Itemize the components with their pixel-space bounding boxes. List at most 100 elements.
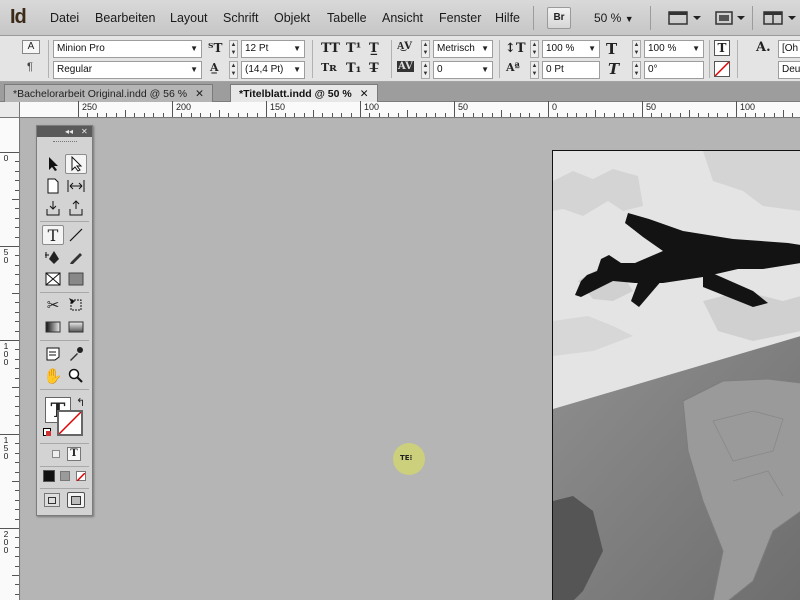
ruler-tick [303, 113, 305, 117]
paragraph-formatting-icon[interactable]: ¶ [27, 61, 33, 73]
all-caps-icon[interactable]: TT [321, 41, 340, 56]
character-formatting-icon[interactable]: A [22, 40, 40, 54]
vertical-scale-stepper[interactable]: ▲ ▼ [530, 40, 539, 58]
menu-datei[interactable]: Datei [50, 11, 79, 25]
direct-selection-tool[interactable] [65, 154, 87, 174]
horizontal-scale-field[interactable]: 100 % ▼ [644, 40, 704, 58]
gradient-feather-tool[interactable] [65, 317, 87, 337]
menu-schrift[interactable]: Schrift [223, 11, 258, 25]
scissors-icon: ✂ [46, 297, 60, 314]
ruler-tick [15, 189, 19, 191]
superscript-icon[interactable]: T¹ [346, 41, 361, 56]
default-fill-stroke-icon[interactable] [43, 428, 51, 436]
note-tool[interactable] [42, 344, 64, 364]
control-panel: A ¶ Minion Pro ▼ Regular ▼ ᵀT ▲ ▼ 12 Pt ▼ A̲… [0, 36, 800, 82]
apply-gradient-button[interactable] [60, 471, 70, 481]
formatting-text-icon[interactable]: T [67, 447, 81, 461]
document-page[interactable] [552, 150, 800, 600]
small-caps-icon[interactable]: Tʀ [321, 61, 337, 74]
no-stroke-swatch[interactable] [714, 61, 730, 77]
tools-panel-header[interactable]: ◂◂ ✕ [37, 126, 92, 137]
content-collector-tool[interactable] [42, 198, 64, 218]
selection-tool[interactable] [42, 154, 64, 174]
language-field[interactable]: Deu [778, 61, 800, 79]
zoom-tool[interactable] [65, 366, 87, 386]
apply-color-button[interactable] [43, 470, 55, 482]
arrange-documents-button[interactable] [763, 10, 797, 29]
baseline-shift-stepper[interactable]: ▲ ▼ [530, 61, 539, 79]
menu-fenster[interactable]: Fenster [439, 11, 481, 25]
baseline-shift-field[interactable]: 0 Pt [542, 61, 600, 79]
eyedropper-tool[interactable] [65, 344, 87, 364]
formatting-container-icon[interactable] [52, 450, 60, 458]
menu-layout[interactable]: Layout [170, 11, 208, 25]
leading-field[interactable]: (14,4 Pt) ▼ [241, 61, 305, 79]
kerning-field[interactable]: Metrisch ▼ [433, 40, 493, 58]
ruler-tick [247, 113, 249, 117]
apply-none-button[interactable] [76, 471, 86, 482]
scissors-tool[interactable]: ✂ [42, 295, 64, 315]
close-icon[interactable]: ✕ [81, 126, 88, 137]
rectangle-frame-tool[interactable] [42, 269, 64, 289]
font-size-field[interactable]: 12 Pt ▼ [241, 40, 305, 58]
screen-mode-button[interactable] [714, 10, 746, 29]
stroke-swatch[interactable] [57, 410, 83, 436]
close-icon[interactable]: ✕ [360, 88, 369, 100]
swap-fill-stroke-icon[interactable]: ↰ [76, 396, 85, 409]
tracking-field[interactable]: 0 ▼ [433, 61, 493, 79]
menu-hilfe[interactable]: Hilfe [495, 11, 520, 25]
font-family-field[interactable]: Minion Pro ▼ [53, 40, 202, 58]
view-options-button[interactable] [668, 10, 702, 29]
kerning-stepper[interactable]: ▲ ▼ [421, 40, 430, 58]
menu-bearbeiten[interactable]: Bearbeiten [95, 11, 155, 25]
menu-ansicht[interactable]: Ansicht [382, 11, 423, 25]
leading-stepper[interactable]: ▲ ▼ [229, 61, 238, 79]
horizontal-ruler[interactable]: 250 200 150 100 50 0 50 100 [20, 101, 800, 118]
collapse-panel-icon[interactable]: ◂◂ [65, 126, 73, 137]
normal-view-button[interactable] [44, 493, 60, 507]
zoom-select[interactable]: 50 % ▼ [594, 11, 634, 25]
tab-titelblatt[interactable]: *Titelblatt.indd @ 50 % ✕ [230, 84, 378, 102]
rectangle-tool[interactable] [65, 269, 87, 289]
tab-bachelorarbeit[interactable]: *Bachelorarbeit Original.indd @ 56 % ✕ [4, 84, 213, 102]
character-style-icon: A. [756, 40, 771, 55]
preview-view-button[interactable] [67, 492, 85, 508]
pen-tool[interactable] [42, 247, 64, 267]
menu-tabelle[interactable]: Tabelle [327, 11, 367, 25]
ruler-tick [425, 113, 427, 117]
subscript-icon[interactable]: T₁ [346, 61, 361, 76]
type-tool[interactable]: T [42, 225, 64, 245]
panel-grip[interactable] [53, 141, 77, 144]
free-transform-tool[interactable] [65, 295, 87, 315]
ruler-origin[interactable] [0, 102, 20, 118]
close-icon[interactable]: ✕ [195, 88, 204, 100]
horizontal-scale-stepper[interactable]: ▲ ▼ [632, 40, 641, 58]
gradient-swatch-tool[interactable] [42, 317, 64, 337]
page-tool[interactable] [42, 176, 64, 196]
ruler-tick [350, 113, 352, 117]
skew-stepper[interactable]: ▲ ▼ [632, 61, 641, 79]
baseline-shift-value: 0 Pt [546, 64, 564, 75]
pencil-tool[interactable] [65, 247, 87, 267]
skew-field[interactable]: 0° [644, 61, 704, 79]
strikethrough-icon[interactable]: T̶ [369, 61, 379, 76]
gap-tool[interactable] [65, 176, 87, 196]
character-style-field[interactable]: [Oh [778, 40, 800, 58]
hand-tool[interactable]: ✋ [42, 366, 64, 386]
tools-panel[interactable]: ◂◂ ✕ T ✂ ✋ ↰ T [36, 125, 93, 516]
menu-objekt[interactable]: Objekt [274, 11, 310, 25]
underline-icon[interactable]: T̲ [369, 41, 379, 56]
content-placer-tool[interactable] [65, 198, 87, 218]
tracking-stepper[interactable]: ▲ ▼ [421, 61, 430, 79]
bridge-button[interactable]: Br [547, 7, 571, 29]
font-style-field[interactable]: Regular ▼ [53, 61, 202, 79]
ruler-tick [0, 434, 19, 435]
vertical-ruler[interactable]: 0 5 0 1 0 0 1 5 0 2 0 0 [0, 118, 20, 600]
font-size-stepper[interactable]: ▲ ▼ [229, 40, 238, 58]
line-tool[interactable] [65, 225, 87, 245]
text-fill-icon[interactable]: T [714, 40, 730, 56]
ruler-label: 150 [270, 102, 286, 112]
vertical-scale-icon: ↕T [505, 41, 526, 56]
ruler-tick [78, 101, 79, 117]
vertical-scale-field[interactable]: 100 % ▼ [542, 40, 600, 58]
